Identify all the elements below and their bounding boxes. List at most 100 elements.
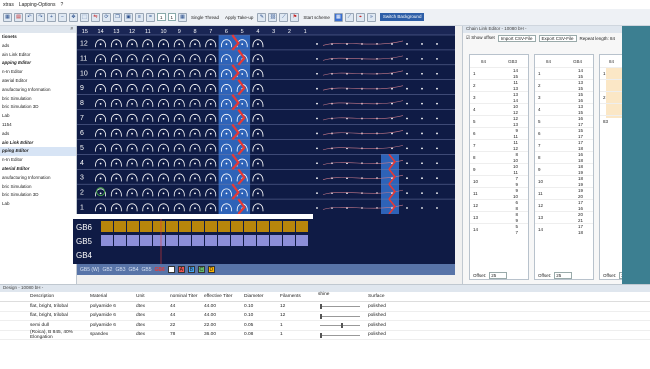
chain-link-row[interactable]: 8 16 18 <box>535 151 593 163</box>
pattern-grid-extension[interactable] <box>313 26 455 215</box>
col-filaments[interactable]: Filaments <box>280 294 318 299</box>
undo-icon[interactable]: ↶ <box>25 12 34 22</box>
tree-item[interactable]: pping Editor <box>0 147 76 157</box>
guide-bar-tab[interactable]: GB4 <box>128 267 138 273</box>
start-scheme-button[interactable]: Start scheme <box>303 15 330 20</box>
mirror-icon[interactable]: ⇋ <box>91 12 100 22</box>
tree-item[interactable]: bric Simulation 3D <box>0 191 76 200</box>
col-diameter[interactable]: Diameter <box>244 294 280 299</box>
shine-slider[interactable] <box>318 321 368 330</box>
chain-link-row[interactable]: 1 14 15 <box>535 67 593 79</box>
slider-thumb[interactable] <box>320 304 322 309</box>
chain-link-row[interactable]: 1 14 15 <box>470 67 528 79</box>
chain-link-row[interactable]: 6 9 11 <box>470 127 528 139</box>
show-offset-checkbox[interactable]: ☑ Show offset <box>466 35 495 41</box>
switch-background-button[interactable]: Switch Background <box>379 13 425 21</box>
forward-icon[interactable]: » <box>366 12 376 22</box>
tree-item[interactable]: Lab <box>0 200 76 209</box>
rotate-icon[interactable]: ⟳ <box>102 12 111 22</box>
tree-item[interactable]: aterial Editor <box>0 165 76 174</box>
chain-link-row[interactable]: 13 8 9 <box>470 211 528 223</box>
offset-input[interactable]: 25 <box>554 272 573 279</box>
slider-thumb[interactable] <box>340 323 343 328</box>
chain-link-row[interactable]: 4 13 15 <box>535 103 593 115</box>
table-row[interactable]: flat, bright, trilobal polyamide 6 dtex 44 4… <box>0 302 650 312</box>
guide-bar-tab[interactable]: GB5 (W) <box>80 267 99 273</box>
print-icon[interactable]: ▤ <box>14 12 23 22</box>
chain-link-row[interactable]: 3 15 16 <box>535 91 593 103</box>
table-row[interactable]: semi dull polyamide 6 dtex 22 22.00 0.05 1 poli… <box>0 321 650 331</box>
col-effective-titer[interactable]: effective Titer <box>204 294 244 299</box>
pattern-canvas[interactable]: 15 14 13 12 11 10 9 8 7 6 5 4 3 2 1 12 11 10 9 8 7 6 5 4 3 2 1 <box>77 26 313 214</box>
guide-bar-tab[interactable]: GB3 <box>115 267 125 273</box>
tree-item[interactable]: Lab <box>0 112 76 121</box>
chain-link-row[interactable]: 7 11 12 <box>470 139 528 151</box>
slider-thumb[interactable] <box>320 332 322 338</box>
menu-item-help[interactable]: ? <box>61 2 64 8</box>
chain-link-row[interactable]: 2 11 13 <box>470 79 528 91</box>
chain-link-row[interactable]: 2 13 15 <box>535 79 593 91</box>
shine-slider[interactable] <box>318 312 368 321</box>
color-swatch[interactable] <box>167 266 175 273</box>
col-unit[interactable]: Unit <box>136 294 170 299</box>
chain-link-row[interactable]: 12 17 16 <box>535 199 593 211</box>
chain-link-row[interactable]: 4 10 12 <box>470 103 528 115</box>
zoom-in-icon[interactable]: + <box>47 12 56 22</box>
guide-bar-tab[interactable]: GB5 <box>142 267 152 273</box>
col-material[interactable]: Material <box>90 294 136 299</box>
grid-icon[interactable]: ▦ <box>3 12 12 22</box>
zoom-out-icon[interactable]: − <box>58 12 67 22</box>
chain-link-row[interactable]: 11 9 10 <box>470 187 528 199</box>
color-swatch[interactable]: D <box>207 266 215 273</box>
tree-item[interactable]: anufacturing Information <box>0 86 76 95</box>
tree-item[interactable]: bric Simulation 3D <box>0 103 76 112</box>
tree-item[interactable]: anufacturing Information <box>0 174 76 183</box>
chain-link-row[interactable]: 8 8 10 <box>470 151 528 163</box>
single-thread-button[interactable]: Single Thread <box>191 15 219 20</box>
tree-item[interactable]: bric Simulation <box>0 95 76 104</box>
table-row[interactable]: (Roica), B 845, 40% Elongation spandex dte… <box>0 330 650 340</box>
flag-icon[interactable]: ⚑ <box>290 12 300 22</box>
chain-link-row[interactable]: 10 7 9 <box>470 175 528 187</box>
export-csv-button[interactable]: Export CSV-File <box>538 34 577 42</box>
color-swatch[interactable]: A <box>177 266 185 273</box>
needle-icon[interactable]: ⟋ <box>279 12 289 22</box>
chain-link-row[interactable]: 12 6 8 <box>470 199 528 211</box>
brush-icon[interactable]: ⟋ <box>344 12 354 22</box>
tree-item[interactable]: ads <box>0 42 76 51</box>
tree-item[interactable]: tionets <box>0 33 76 42</box>
single-thread-icon[interactable]: ▦ <box>178 12 188 22</box>
chain-link-row[interactable]: 9 10 11 <box>470 163 528 175</box>
tree-item[interactable]: 1154 <box>0 121 76 130</box>
tree-item[interactable]: n-In Editor <box>0 156 76 165</box>
chain-link-row[interactable]: 3 13 14 <box>470 91 528 103</box>
paste-icon[interactable]: ▣ <box>124 12 133 22</box>
chain-icon[interactable]: ⛓ <box>268 12 278 22</box>
col-shine[interactable]: shine <box>318 292 368 301</box>
chain-link-row[interactable]: 9 18 19 <box>535 163 593 175</box>
redo-icon[interactable]: ↷ <box>36 12 45 22</box>
color-swatch[interactable]: C <box>197 266 205 273</box>
menu-item-extras[interactable]: xtras <box>3 2 14 8</box>
chain-link-row[interactable]: 5 16 17 <box>535 115 593 127</box>
col-surface[interactable]: Surface <box>368 294 385 299</box>
bars-icon[interactable]: ≡ <box>135 12 144 22</box>
col-description[interactable]: Description <box>0 294 90 299</box>
repeat-count-field-1[interactable]: 1 <box>157 13 166 21</box>
pattern-canvas-right[interactable] <box>313 26 455 215</box>
chain-link-row[interactable]: 14 17 18 <box>535 223 593 235</box>
equal-icon[interactable]: = <box>146 12 155 22</box>
table-row[interactable]: flat, bright, trilobal polyamide 6 dtex 44 4… <box>0 312 650 321</box>
menu-item-lapping-options[interactable]: Lapping-Options <box>19 2 56 8</box>
guide-bar-tab[interactable]: GB6 <box>155 267 165 273</box>
pen-icon[interactable]: ✎ <box>257 12 267 22</box>
color-swatch[interactable]: B <box>187 266 195 273</box>
tree-item[interactable]: aterial Editor <box>0 77 76 86</box>
col-nominal-titer[interactable]: nominal Titer <box>170 294 204 299</box>
shine-slider[interactable] <box>318 331 368 340</box>
chain-link-row[interactable]: 11 19 20 <box>535 187 593 199</box>
import-csv-button[interactable]: Import CSV-File <box>497 34 536 42</box>
repeat-count-field-2[interactable]: 1 <box>167 13 177 21</box>
tree-item[interactable]: apping Editor <box>0 59 76 68</box>
tree-item[interactable]: bric Simulation <box>0 183 76 192</box>
